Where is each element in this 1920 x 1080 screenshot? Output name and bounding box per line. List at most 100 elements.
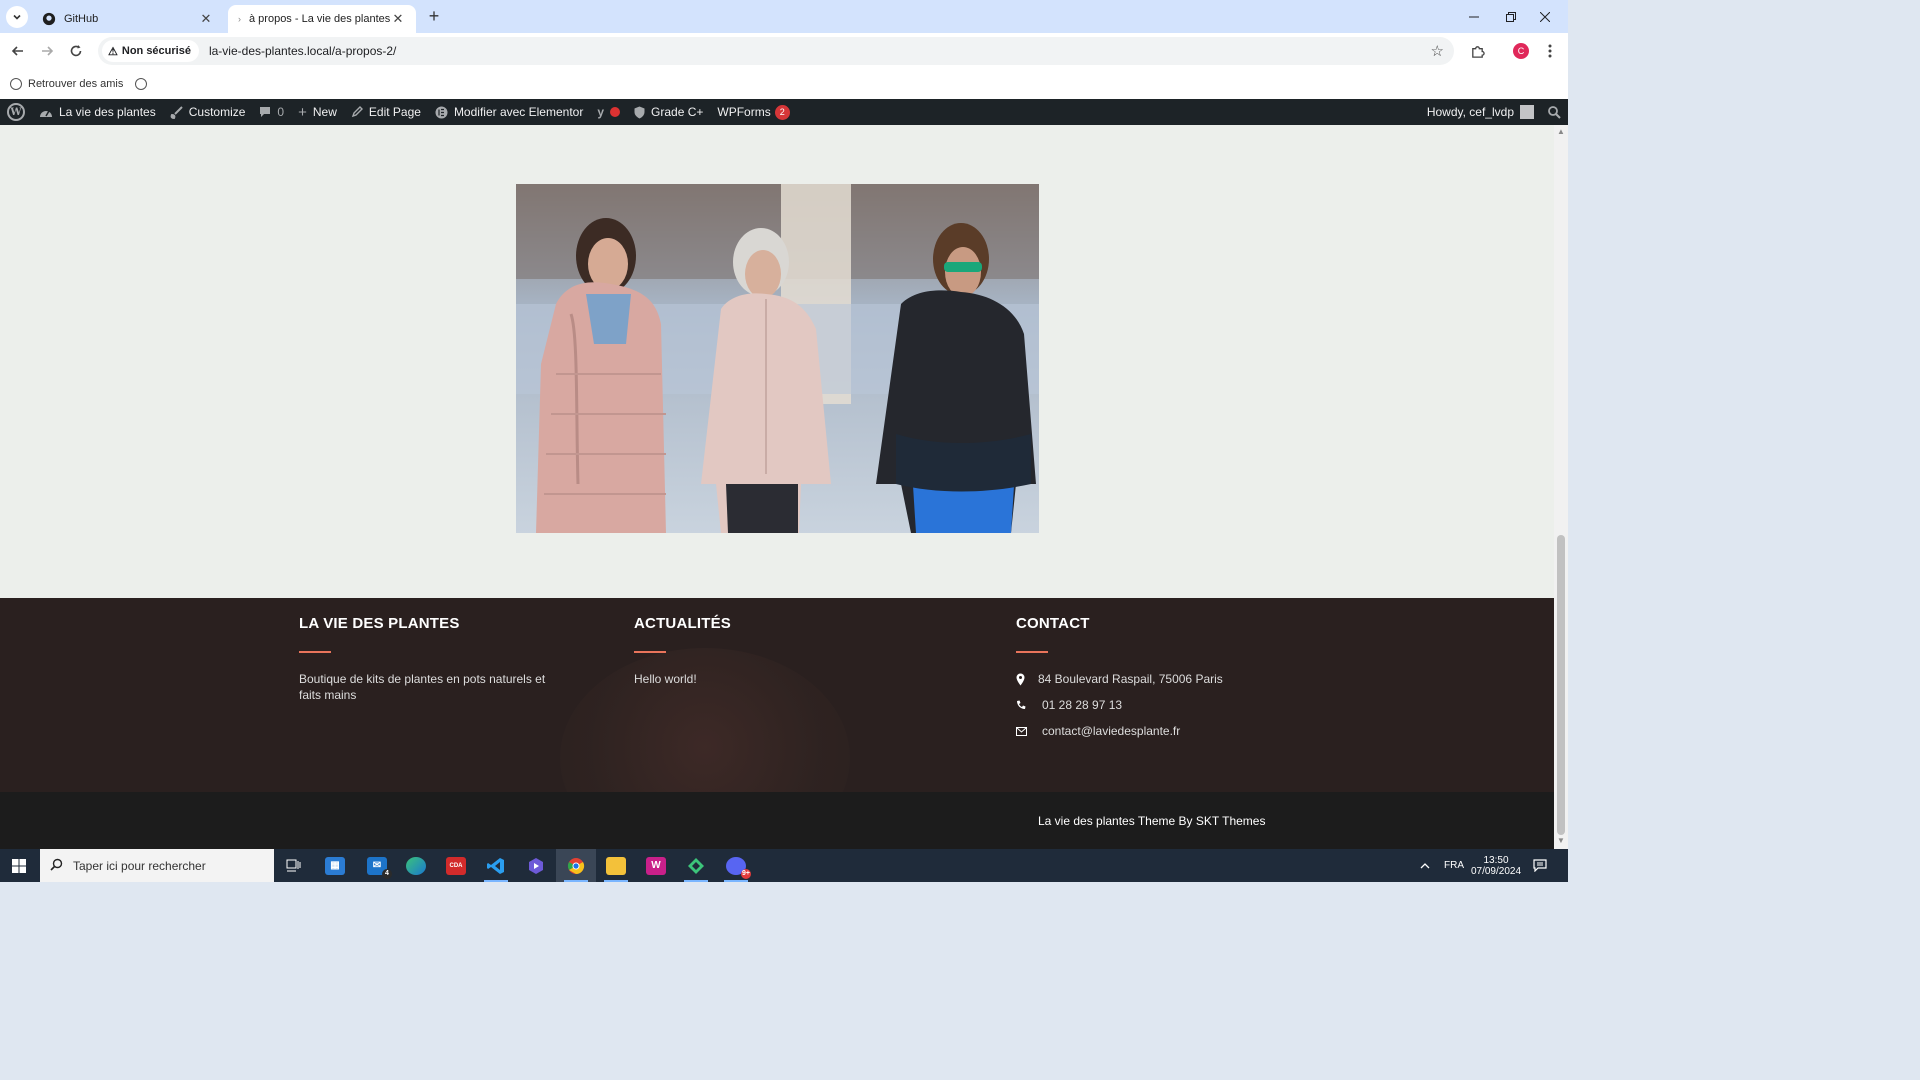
elementor-link[interactable]: Modifier avec Elementor bbox=[428, 99, 590, 125]
reload-button[interactable] bbox=[64, 39, 88, 63]
elementor-icon bbox=[435, 106, 448, 119]
wpforms-menu[interactable]: WPForms 2 bbox=[710, 99, 796, 125]
browser-menu-button[interactable] bbox=[1538, 39, 1562, 63]
news-link-hello-world[interactable]: Hello world! bbox=[634, 671, 884, 687]
taskbar-edge[interactable] bbox=[396, 849, 436, 882]
customize-link[interactable]: Customize bbox=[163, 99, 253, 125]
contact-email-text[interactable]: contact@laviedesplante.fr bbox=[1042, 724, 1180, 738]
extensions-button[interactable] bbox=[1465, 39, 1489, 63]
new-tab-button[interactable]: + bbox=[424, 7, 444, 27]
tab-github[interactable]: GitHub ✕ bbox=[32, 5, 224, 33]
page-content: LA VIE DES PLANTES Boutique de kits de p… bbox=[0, 125, 1554, 849]
close-tab-icon[interactable]: ✕ bbox=[198, 11, 214, 27]
admin-search[interactable] bbox=[1541, 99, 1568, 125]
site-name-menu[interactable]: La vie des plantes bbox=[32, 99, 163, 125]
comment-bubble-icon bbox=[259, 106, 271, 118]
copyright-text[interactable]: La vie des plantes Theme By SKT Themes bbox=[1038, 814, 1265, 828]
close-window-button[interactable] bbox=[1522, 0, 1568, 33]
shield-icon bbox=[634, 106, 645, 119]
wp-admin-bar: W La vie des plantes Customize 0 + New E… bbox=[0, 99, 1568, 125]
reload-icon bbox=[70, 45, 82, 57]
taskbar-microsoft-store[interactable]: ▦ bbox=[315, 849, 355, 882]
wp-logo-menu[interactable]: W bbox=[0, 99, 32, 125]
url-text[interactable]: la-vie-des-plantes.local/a-propos-2/ bbox=[209, 44, 396, 58]
scrollbar-thumb[interactable] bbox=[1557, 535, 1565, 835]
notification-center-button[interactable] bbox=[1533, 849, 1547, 882]
running-indicator bbox=[684, 880, 708, 882]
edit-page-link[interactable]: Edit Page bbox=[344, 99, 428, 125]
forward-button[interactable] bbox=[35, 39, 59, 63]
chevron-up-icon bbox=[1420, 862, 1430, 868]
taskbar-discord[interactable]: 9+ bbox=[716, 849, 756, 882]
globe-icon bbox=[10, 78, 22, 90]
envelope-icon bbox=[1016, 726, 1042, 736]
kebab-menu-icon bbox=[1548, 44, 1552, 58]
taskbar-search-placeholder: Taper ici pour rechercher bbox=[73, 858, 206, 873]
wordpress-logo-icon: W bbox=[7, 103, 25, 121]
vscode-icon bbox=[486, 857, 506, 875]
site-name-label: La vie des plantes bbox=[59, 105, 156, 119]
contact-address: 84 Boulevard Raspail, 75006 Paris bbox=[1016, 666, 1296, 692]
running-indicator bbox=[484, 880, 508, 882]
contact-phone-text[interactable]: 01 28 28 97 13 bbox=[1042, 698, 1122, 712]
bookmarks-bar: Retrouver des amis bbox=[0, 69, 1568, 99]
footer-news-title: ACTUALITÉS bbox=[634, 615, 731, 632]
three-women-walking-photo bbox=[516, 184, 1039, 533]
task-view-button[interactable] bbox=[274, 849, 314, 882]
paintbrush-icon bbox=[170, 105, 183, 119]
footer-about-text: Boutique de kits de plantes en pots natu… bbox=[299, 672, 546, 702]
admin-bar-secondary: Howdy, cef_lvdp bbox=[1420, 99, 1568, 125]
scroll-down-arrow-icon[interactable]: ▼ bbox=[1557, 837, 1565, 845]
tab-title: à propos - La vie des plantes bbox=[249, 13, 390, 25]
wpforms-label: WPForms bbox=[717, 105, 771, 119]
new-content-menu[interactable]: + New bbox=[291, 99, 344, 125]
local-wp-icon: W bbox=[646, 856, 666, 875]
taskbar-local-wp[interactable]: W bbox=[636, 849, 676, 882]
tab-title: GitHub bbox=[64, 13, 99, 25]
footer-column-news: ACTUALITÉS Hello world! bbox=[634, 598, 884, 687]
taskbar-file-explorer[interactable] bbox=[596, 849, 636, 882]
globe-icon bbox=[135, 78, 148, 90]
footer-contact-title: CONTACT bbox=[1016, 615, 1090, 632]
taskbar-vscode[interactable] bbox=[476, 849, 516, 882]
bookmark-retrouver-des-amis[interactable]: Retrouver des amis bbox=[10, 78, 123, 90]
start-button[interactable] bbox=[0, 849, 38, 882]
page-scrollbar[interactable]: ▲ ▼ bbox=[1554, 125, 1568, 849]
yoast-seo-menu[interactable]: y bbox=[590, 99, 627, 125]
tab-search-button[interactable] bbox=[6, 6, 28, 28]
minimize-icon bbox=[1469, 16, 1479, 17]
search-icon bbox=[1548, 105, 1561, 119]
security-chip[interactable]: ⚠ Non sécurisé bbox=[102, 40, 199, 62]
system-tray-chevron[interactable] bbox=[1420, 849, 1430, 882]
pencil-icon bbox=[351, 106, 363, 118]
comments-link[interactable]: 0 bbox=[252, 99, 291, 125]
address-bar[interactable]: ⚠ Non sécurisé la-vie-des-plantes.local/… bbox=[98, 37, 1454, 65]
close-tab-icon[interactable]: ✕ bbox=[390, 11, 406, 27]
taskbar-chrome[interactable] bbox=[556, 849, 596, 882]
scroll-up-arrow-icon[interactable]: ▲ bbox=[1557, 128, 1565, 136]
clock[interactable]: 13:50 07/09/2024 bbox=[1470, 849, 1522, 882]
footer-column-about: LA VIE DES PLANTES Boutique de kits de p… bbox=[299, 598, 549, 703]
back-button[interactable] bbox=[6, 39, 30, 63]
taskbar-media-app[interactable] bbox=[516, 849, 556, 882]
map-pin-icon bbox=[1016, 673, 1038, 686]
notification-icon bbox=[1533, 859, 1547, 872]
chrome-icon bbox=[566, 857, 586, 875]
bookmark-star-icon[interactable]: ☆ bbox=[1431, 42, 1444, 60]
security-grade-menu[interactable]: Grade C+ bbox=[627, 99, 710, 125]
discord-notification-badge: 9+ bbox=[741, 868, 751, 879]
red-app-icon: CDA bbox=[446, 856, 466, 875]
taskbar-search-input[interactable]: Taper ici pour rechercher bbox=[40, 849, 274, 882]
arrow-left-icon bbox=[11, 46, 23, 56]
taskbar-green-app[interactable] bbox=[676, 849, 716, 882]
taskbar-mail[interactable]: ✉ 4 bbox=[357, 849, 397, 882]
task-view-icon bbox=[286, 859, 301, 871]
play-hexagon-icon bbox=[526, 857, 546, 875]
bookmark-globe[interactable] bbox=[135, 78, 148, 90]
taskbar-red-app[interactable]: CDA bbox=[436, 849, 476, 882]
language-indicator[interactable]: FRA bbox=[1444, 849, 1464, 882]
tab-a-propos[interactable]: › à propos - La vie des plantes ✕ bbox=[228, 5, 416, 33]
profile-button[interactable]: C bbox=[1509, 39, 1533, 63]
my-account-menu[interactable]: Howdy, cef_lvdp bbox=[1420, 99, 1541, 125]
github-icon bbox=[42, 12, 56, 26]
